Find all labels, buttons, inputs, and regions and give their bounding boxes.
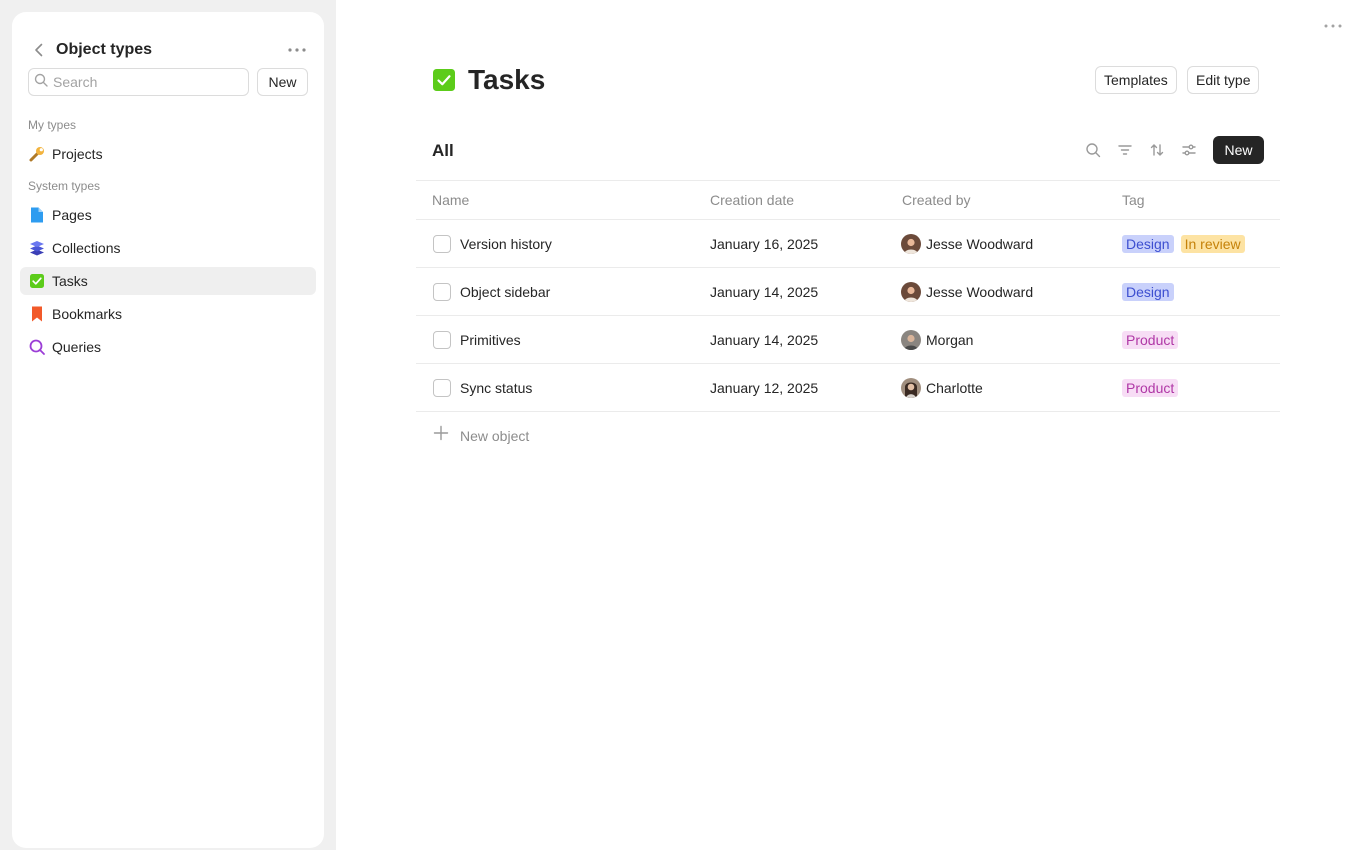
created-by: Morgan [901, 330, 973, 350]
page-icon [28, 206, 46, 224]
tag-list: Product [1122, 331, 1179, 349]
created-by: Jesse Woodward [901, 282, 1033, 302]
page-title: Tasks [468, 64, 546, 95]
new-object-button[interactable]: New [1213, 136, 1264, 164]
edit-type-button[interactable]: Edit type [1187, 66, 1260, 94]
new-object-row[interactable]: New object [432, 424, 529, 447]
my-types-label: My types [28, 118, 77, 132]
column-header-creation-date[interactable]: Creation date [710, 192, 794, 209]
tag-in-review[interactable]: In review [1180, 235, 1245, 253]
more-options-icon[interactable] [1322, 16, 1344, 36]
creator-name: Jesse Woodward [926, 236, 1034, 252]
creation-date: January 14, 2025 [710, 332, 819, 348]
tag-list: Design In review [1122, 235, 1245, 253]
tag-list: Product [1122, 379, 1179, 397]
task-name[interactable]: Version history [460, 235, 552, 253]
new-object-label: New object [460, 427, 530, 444]
tag-product[interactable]: Product [1122, 331, 1179, 349]
table-row[interactable]: Version history January 16, 2025 Jesse W… [416, 220, 1280, 268]
creation-date: January 12, 2025 [710, 380, 819, 396]
sidebar-item-tasks[interactable]: Tasks [20, 267, 316, 295]
sort-icon[interactable] [1146, 140, 1168, 160]
task-name[interactable]: Sync status [460, 379, 532, 397]
objects-table: Name Creation date Created by Tag Versio… [416, 180, 1280, 412]
creation-date: January 16, 2025 [710, 236, 819, 252]
avatar [901, 330, 921, 350]
task-checkbox[interactable] [433, 331, 451, 349]
sidebar-item-label: Tasks [52, 273, 88, 289]
new-type-button[interactable]: New [257, 68, 308, 96]
checkbox-icon [432, 68, 456, 92]
column-header-created-by[interactable]: Created by [902, 192, 970, 209]
table-row[interactable]: Object sidebar January 14, 2025 Jesse Wo… [416, 268, 1280, 316]
sidebar-item-label: Collections [52, 240, 121, 256]
task-checkbox[interactable] [433, 379, 451, 397]
task-checkbox[interactable] [433, 235, 451, 253]
avatar [901, 234, 921, 254]
task-name[interactable]: Object sidebar [460, 283, 550, 301]
main-panel: Tasks Templates Edit type All New Name C… [336, 0, 1360, 850]
settings-sliders-icon[interactable] [1178, 140, 1200, 160]
task-name[interactable]: Primitives [460, 331, 521, 349]
system-types-label: System types [28, 179, 101, 193]
table-header: Name Creation date Created by Tag [416, 180, 1280, 220]
avatar [901, 378, 921, 398]
sidebar-header: Object types [12, 38, 324, 62]
filter-icon[interactable] [1114, 140, 1136, 160]
sidebar-item-bookmarks[interactable]: Bookmarks [20, 300, 316, 328]
creator-name: Charlotte [926, 380, 983, 396]
sidebar-item-pages[interactable]: Pages [20, 201, 316, 229]
table-row[interactable]: Primitives January 14, 2025 Morgan Produ… [416, 316, 1280, 364]
sidebar: Object types New My types Projects Syste… [12, 12, 324, 848]
bookmark-icon [28, 305, 46, 323]
search-input[interactable] [53, 74, 233, 90]
sidebar-item-label: Queries [52, 339, 102, 355]
search-icon [28, 338, 46, 356]
search-field[interactable] [28, 68, 249, 96]
more-options-icon[interactable] [286, 40, 308, 60]
sidebar-title: Object types [56, 41, 153, 58]
search-icon [34, 73, 48, 92]
view-title: All [432, 141, 454, 160]
creator-name: Jesse Woodward [926, 284, 1034, 300]
task-checkbox[interactable] [433, 283, 451, 301]
sidebar-item-collections[interactable]: Collections [20, 234, 316, 262]
created-by: Jesse Woodward [901, 234, 1033, 254]
avatar [901, 282, 921, 302]
checkbox-icon [28, 272, 46, 290]
tag-product[interactable]: Product [1122, 379, 1179, 397]
sidebar-item-label: Bookmarks [52, 306, 123, 322]
back-icon[interactable] [29, 40, 49, 60]
created-by: Charlotte [901, 378, 983, 398]
plus-icon [432, 424, 450, 447]
wrench-icon [28, 145, 46, 163]
tag-design[interactable]: Design [1122, 283, 1174, 301]
tag-design[interactable]: Design [1122, 235, 1174, 253]
sidebar-item-label: Pages [52, 207, 92, 223]
column-header-name[interactable]: Name [432, 192, 469, 209]
sidebar-item-projects[interactable]: Projects [20, 140, 316, 168]
tag-list: Design [1122, 283, 1174, 301]
sidebar-item-label: Projects [52, 146, 103, 162]
table-row[interactable]: Sync status January 12, 2025 Charlotte P… [416, 364, 1280, 412]
creator-name: Morgan [926, 332, 974, 348]
creation-date: January 14, 2025 [710, 284, 819, 300]
column-header-tag[interactable]: Tag [1122, 192, 1145, 209]
templates-button[interactable]: Templates [1095, 66, 1177, 94]
sidebar-item-queries[interactable]: Queries [20, 333, 316, 361]
search-icon[interactable] [1082, 140, 1104, 160]
layers-icon [28, 239, 46, 257]
